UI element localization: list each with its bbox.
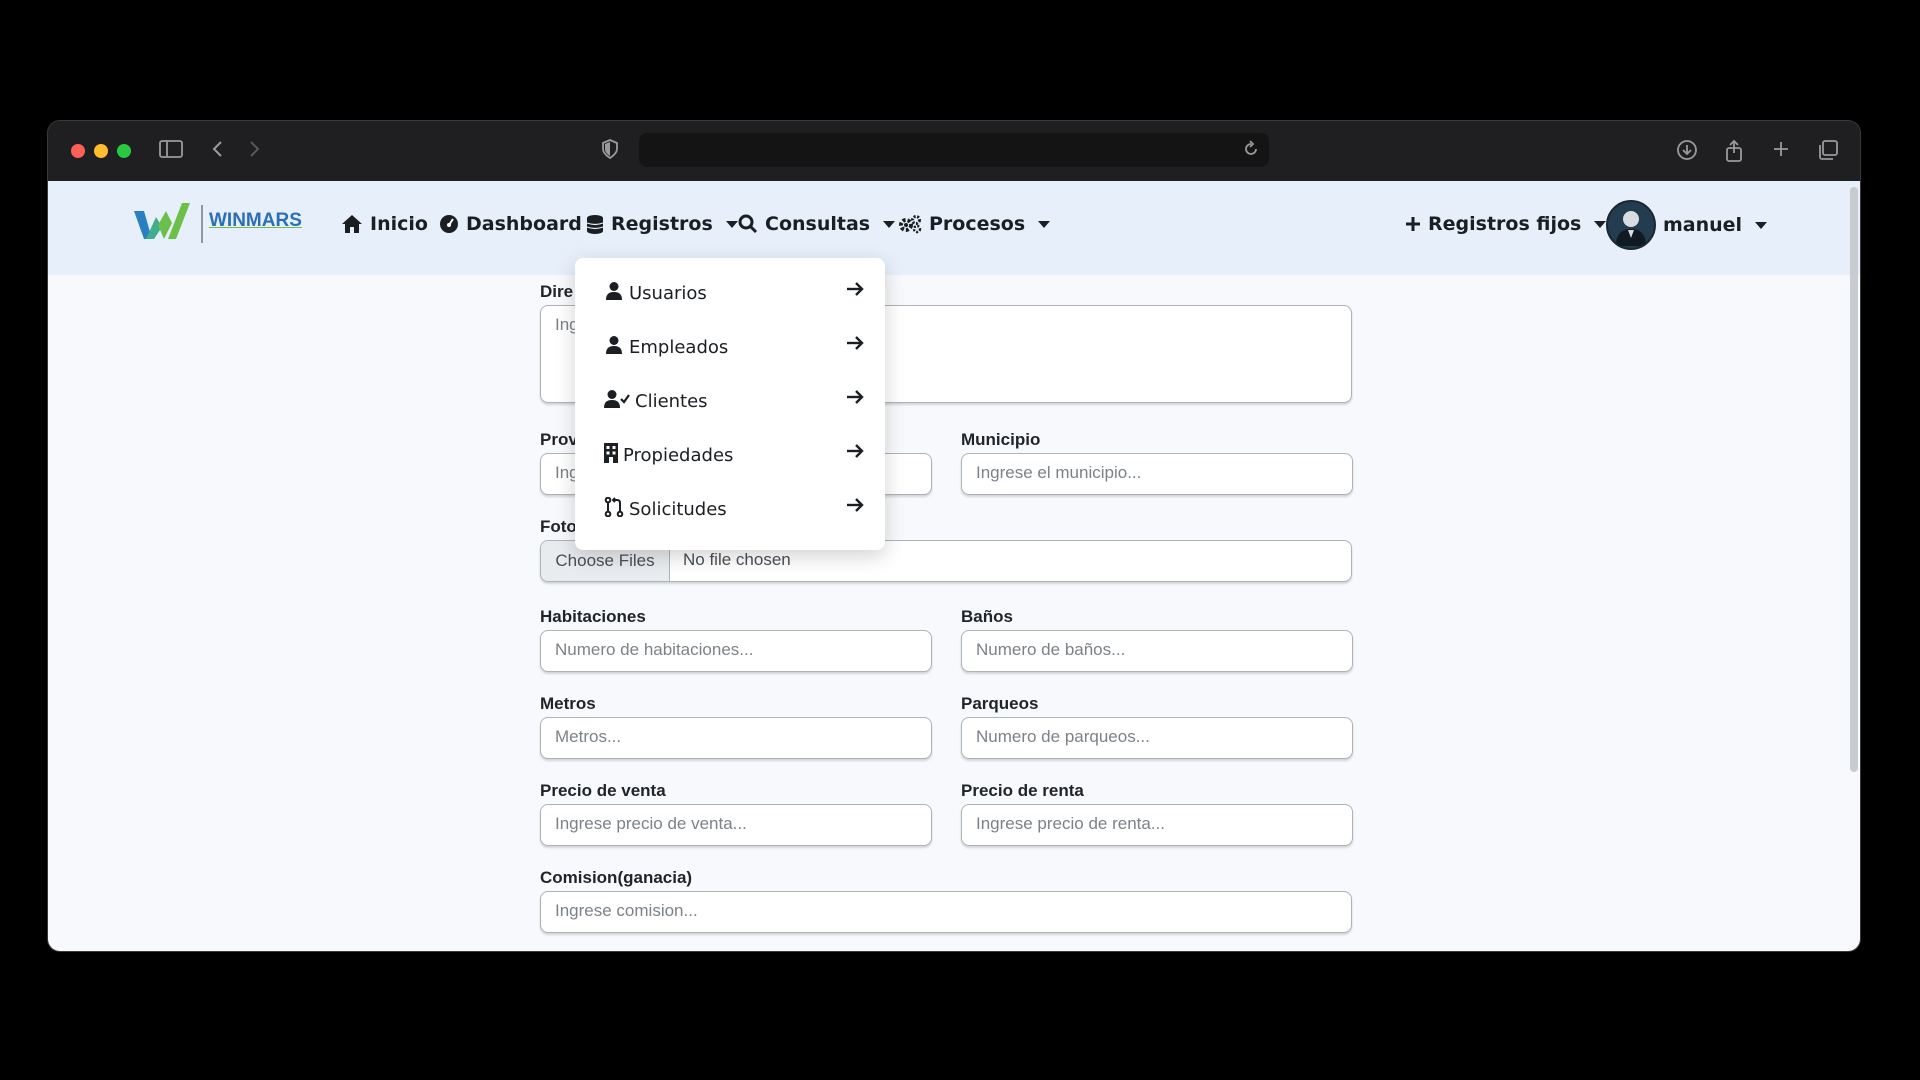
privacy-shield-icon[interactable] [597,139,623,163]
address-bar[interactable] [639,133,1269,167]
banos-placeholder: Numero de baños... [976,640,1126,659]
banos-input[interactable]: Numero de baños... [961,630,1353,672]
dropdown-item-label: Clientes [635,390,708,412]
metros-placeholder: Metros... [555,727,622,746]
chevron-down-icon [1038,220,1051,228]
plus-icon [1406,217,1420,231]
dropdown-item-clientes[interactable]: Clientes [575,374,885,428]
dropdown-item-label: Propiedades [623,444,734,466]
municipio-placeholder: Ingrese el municipio... [976,463,1142,482]
minimize-window-button[interactable] [94,144,108,158]
comision-label: Comision(ganacia) [540,868,693,887]
browser-titlebar [48,121,1860,181]
dropdown-item-propiedades[interactable]: Propiedades [575,428,885,482]
chevron-down-icon [883,220,896,228]
home-icon [342,215,362,233]
nav-registros-fijos[interactable]: Registros fijos [1405,209,1607,239]
dashboard-icon [440,215,458,233]
web-page: WINMARS Inicio Dashboard Registros Consu… [48,181,1860,951]
metros-label: Metros [540,694,596,713]
chevron-down-icon [725,220,738,228]
registros-dropdown-menu: Usuarios Empleados Clientes Propiedades [575,258,885,550]
chevron-down-icon [1755,221,1768,229]
share-icon[interactable] [1721,139,1747,163]
dropdown-item-empleados[interactable]: Empleados [575,320,885,374]
nav-procesos[interactable]: Procesos [898,209,1051,239]
municipio-label: Municipio [961,430,1041,449]
sidebar-toggle-icon[interactable] [158,139,184,163]
metros-input[interactable]: Metros... [540,717,932,759]
nav-inicio[interactable]: Inicio [341,209,428,239]
winmars-logo[interactable]: WINMARS [132,201,307,247]
dropdown-item-label: Empleados [629,336,729,358]
nav-dashboard-label: Dashboard [466,213,582,235]
precio-renta-placeholder: Ingrese precio de renta... [976,814,1166,833]
precio-venta-input[interactable]: Ingrese precio de venta... [540,804,932,846]
arrow-right-icon [845,495,865,521]
user-icon [603,335,625,360]
parqueos-placeholder: Numero de parqueos... [976,727,1150,746]
comision-input[interactable]: Ingrese comision... [540,891,1352,933]
arrow-right-icon [845,333,865,359]
provincia-label: Prov [540,430,578,449]
user-menu[interactable]: manuel [1606,200,1768,250]
nav-consultas-label: Consultas [765,213,871,235]
building-icon [603,442,619,468]
nav-inicio-label: Inicio [370,213,428,235]
maximize-window-button[interactable] [117,144,131,158]
habitaciones-input[interactable]: Numero de habitaciones... [540,630,932,672]
precio-renta-label: Precio de renta [961,781,1084,800]
nav-procesos-label: Procesos [929,213,1026,235]
chevron-down-icon [1594,220,1607,228]
registros-fijos-label: Registros fijos [1428,213,1582,235]
arrow-right-icon [845,387,865,413]
foto-label: Foto [540,517,577,536]
precio-venta-placeholder: Ingrese precio de venta... [555,814,747,833]
precio-renta-input[interactable]: Ingrese precio de renta... [961,804,1353,846]
parqueos-input[interactable]: Numero de parqueos... [961,717,1353,759]
username-label: manuel [1663,214,1743,236]
nav-dashboard[interactable]: Dashboard [439,209,582,239]
user-icon [603,281,625,306]
nav-registros-label: Registros [611,213,713,235]
reload-icon[interactable] [1241,139,1261,163]
page-scrollbar[interactable] [1850,187,1858,772]
dropdown-item-usuarios[interactable]: Usuarios [575,266,885,320]
logo-mark-icon [134,203,190,239]
nav-registros[interactable]: Registros [586,209,738,239]
dropdown-item-label: Usuarios [629,282,707,304]
nav-consultas[interactable]: Consultas [738,209,896,239]
arrow-right-icon [845,279,865,305]
user-check-icon [603,389,631,414]
avatar [1606,200,1656,250]
top-navbar: WINMARS Inicio Dashboard Registros Consu… [48,181,1860,275]
downloads-icon[interactable] [1674,139,1700,163]
tab-overview-icon[interactable] [1815,139,1841,163]
comision-placeholder: Ingrese comision... [555,901,698,920]
close-window-button[interactable] [71,144,85,158]
brand-name: WINMARS [209,210,302,231]
habitaciones-placeholder: Numero de habitaciones... [555,640,754,659]
parqueos-label: Parqueos [961,694,1039,713]
dropdown-item-label: Solicitudes [629,498,727,520]
file-status-text: No file chosen [683,550,791,569]
back-icon[interactable] [205,139,231,163]
forward-icon[interactable] [241,139,267,163]
dropdown-item-solicitudes[interactable]: Solicitudes [575,482,885,536]
new-tab-icon[interactable] [1768,139,1794,163]
municipio-input[interactable]: Ingrese el municipio... [961,453,1353,495]
habitaciones-label: Habitaciones [540,607,646,626]
direccion-label: Dire [540,282,574,301]
search-icon [738,214,758,234]
gears-icon [899,215,922,234]
database-icon [586,215,604,234]
pull-request-icon [603,496,625,522]
banos-label: Baños [961,607,1013,626]
arrow-right-icon [845,441,865,467]
precio-venta-label: Precio de venta [540,781,666,800]
browser-window: WINMARS Inicio Dashboard Registros Consu… [48,121,1860,951]
